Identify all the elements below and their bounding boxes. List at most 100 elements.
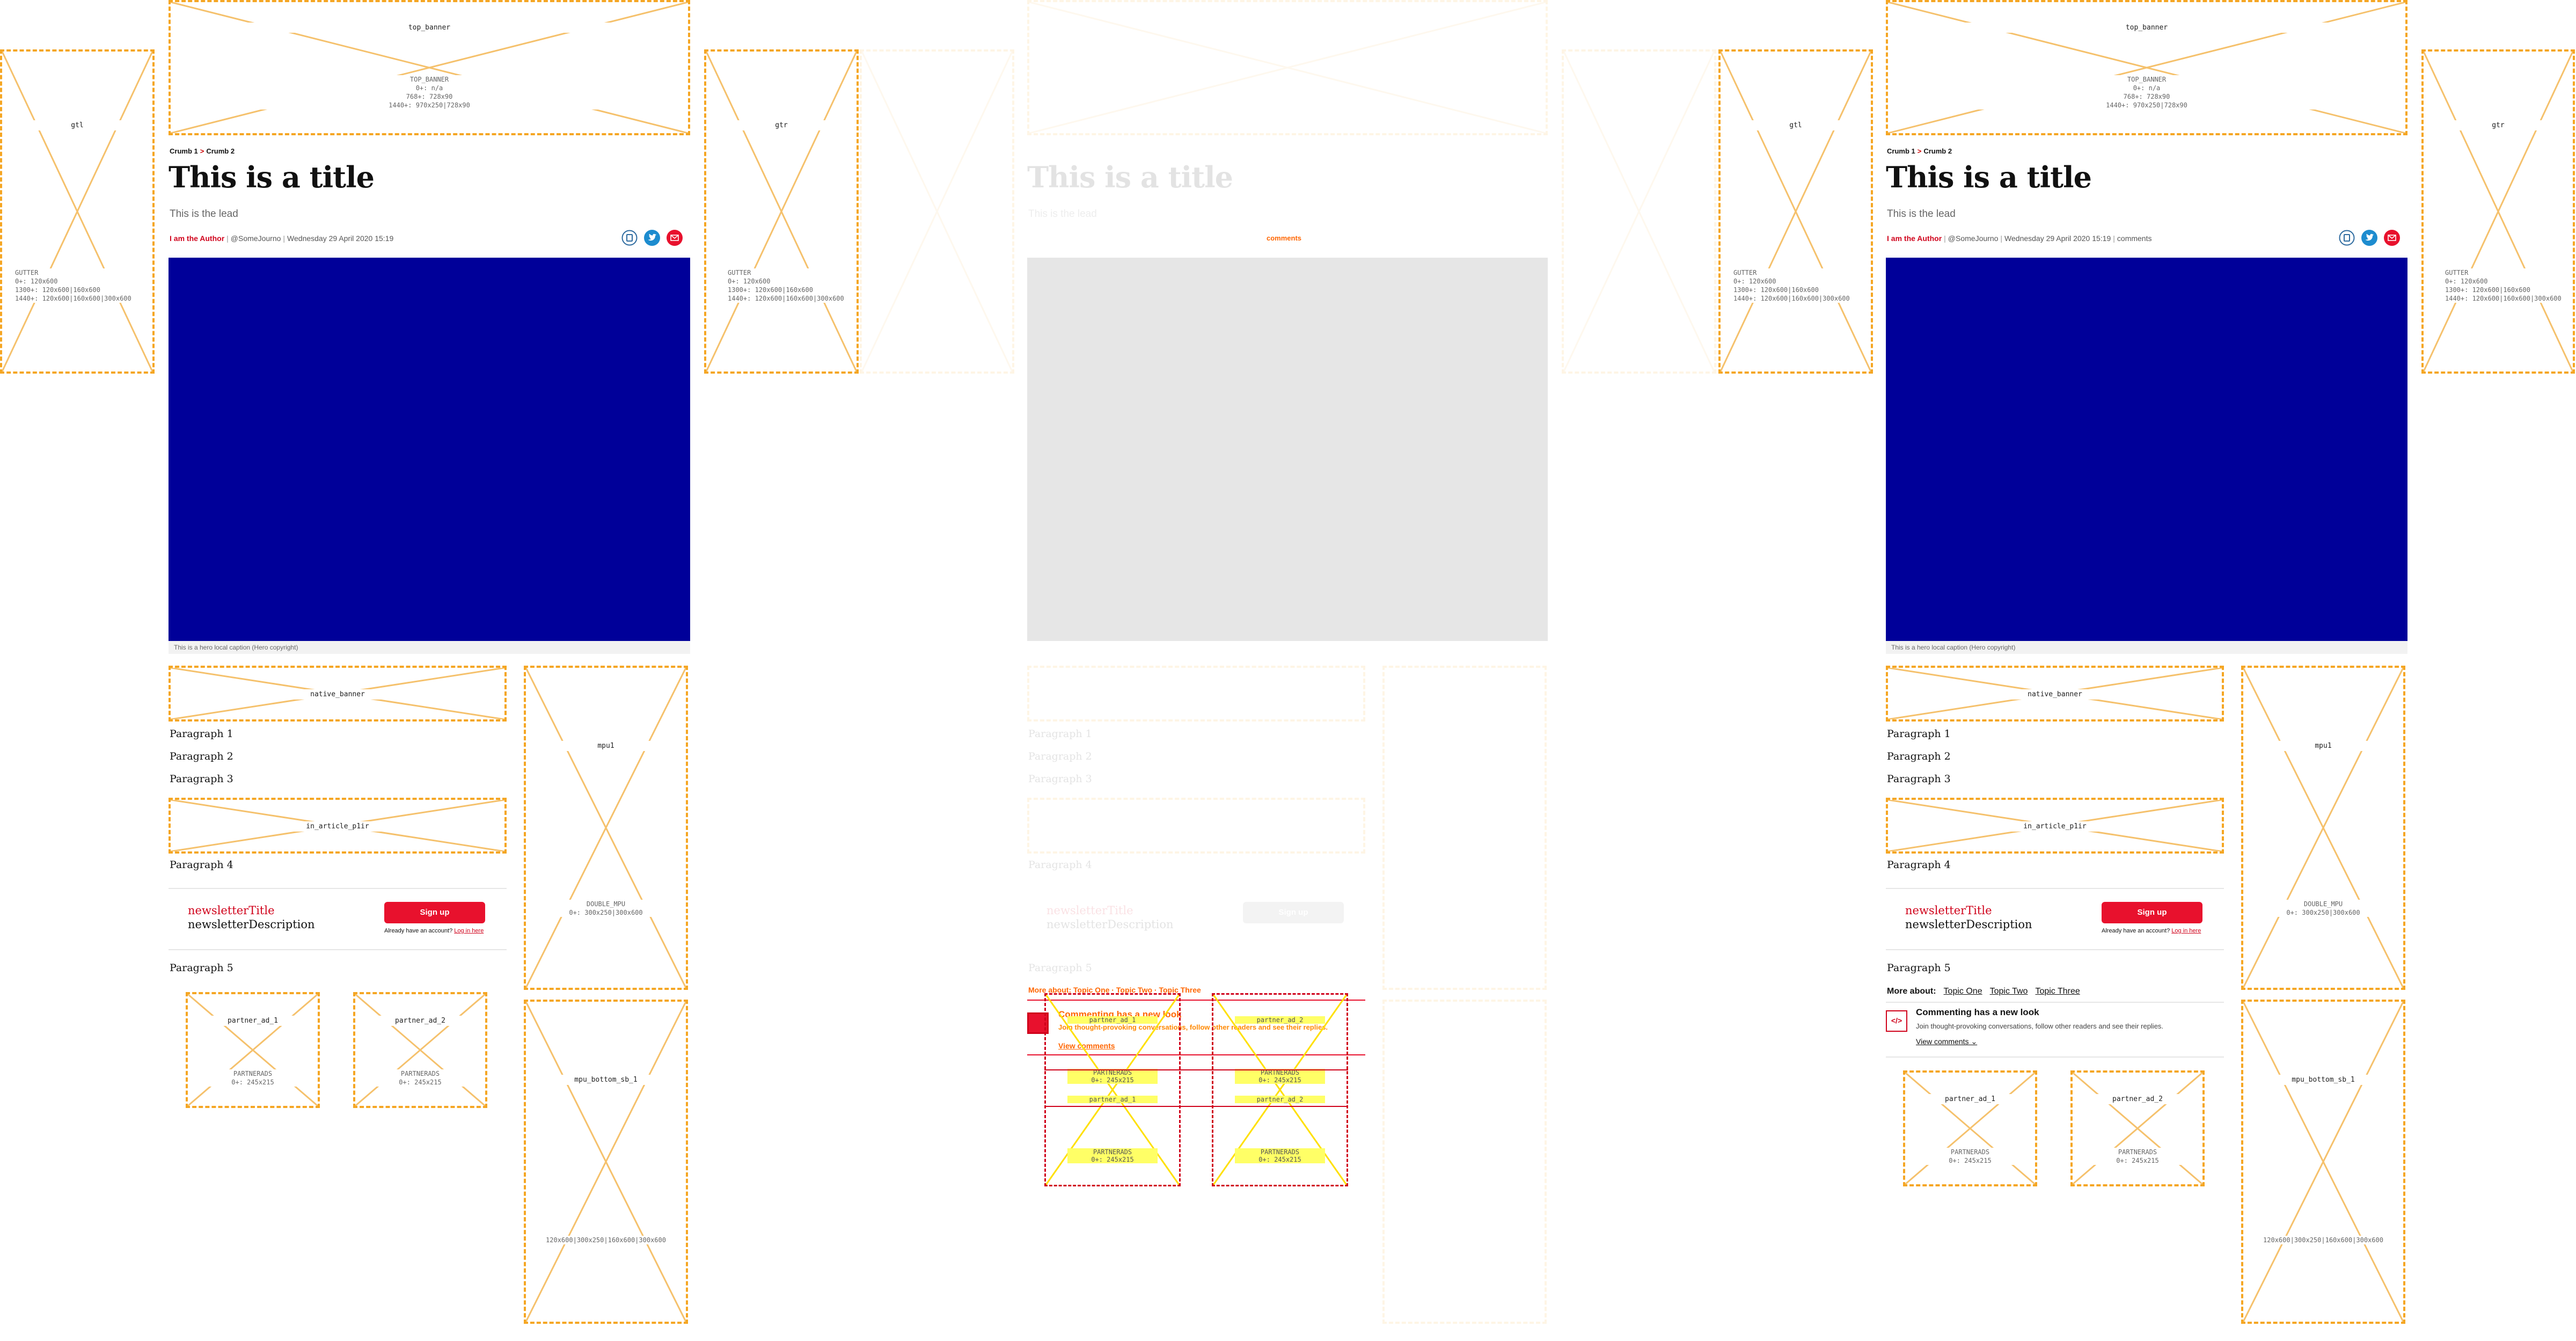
- gutter-left-ad: gtl GUTTER 0+: 120x600 1300+: 120x600|16…: [0, 49, 155, 374]
- mpu-ad: mpu1 DOUBLE_MPU 0+: 300x250|300x600: [524, 666, 688, 990]
- ad-meta: PARTNERADS 0+: 245x215: [188, 1069, 318, 1087]
- comments-count-link[interactable]: comments: [1267, 234, 1301, 242]
- breadcrumb-crumb-2[interactable]: Crumb 2: [206, 147, 235, 155]
- paragraph-faded: Paragraph 3: [1028, 773, 1092, 785]
- email-icon: [2384, 230, 2400, 246]
- ad-meta: DOUBLE_MPU 0+: 300x250|300x600: [526, 900, 686, 917]
- gutter-right-ad-faded: [1562, 49, 1716, 374]
- author-link[interactable]: I am the Author: [1887, 234, 1942, 243]
- breadcrumb-separator: >: [200, 147, 204, 155]
- top-banner-ad: top_banner TOP_BANNER 0+: n/a 768+: 728x…: [1886, 0, 2407, 135]
- share-bar: [2339, 230, 2400, 246]
- newsletter-title: newsletterTitle: [188, 904, 275, 917]
- breadcrumb: Crumb 1 > Crumb 2: [1887, 147, 1952, 155]
- paragraph: Paragraph 5: [170, 962, 233, 974]
- comments-count-link[interactable]: comments: [2117, 234, 2152, 243]
- article-lead: This is the lead: [1887, 208, 1956, 220]
- breadcrumb-crumb-1[interactable]: Crumb 1: [170, 147, 198, 155]
- debug-line: [1044, 1069, 1348, 1070]
- share-button-email[interactable]: [667, 230, 683, 246]
- ad-meta: GUTTER 0+: 120x600 1300+: 120x600|160x60…: [15, 268, 131, 303]
- debug-line: [1044, 1106, 1348, 1107]
- paragraph-faded: Paragraph 5: [1028, 962, 1092, 974]
- ad-label: mpu_bottom_sb_1: [2243, 1075, 2403, 1085]
- share-button-twitter[interactable]: [644, 230, 660, 246]
- partner-ad-1-debug: partner_ad_1 PARTNERADS 0+: 245x215 part…: [1044, 993, 1181, 1186]
- newsletter-signup-button[interactable]: Sign up: [2102, 902, 2202, 923]
- newsletter-description: newsletterDescription: [1905, 918, 2032, 931]
- ad-placeholder-cross-icon: [1905, 1073, 2035, 1184]
- ad-placeholder-cross-icon: [2424, 52, 2573, 371]
- ad-label: native_banner: [171, 689, 504, 699]
- author-handle[interactable]: @SomeJourno: [1948, 234, 1999, 243]
- ad-placeholder-cross-icon: [1721, 52, 1871, 371]
- topic-link-one[interactable]: Topic One: [1944, 987, 1982, 996]
- ad-meta: GUTTER 0+: 120x600 1300+: 120x600|160x60…: [728, 268, 844, 303]
- mpu-ad-faded: [1382, 666, 1547, 990]
- comments-promo: </> Commenting has a new look Join thoug…: [1886, 1007, 2224, 1055]
- login-link[interactable]: Log in here: [2171, 928, 2201, 934]
- partner-ad-2-debug: partner_ad_2 PARTNERADS 0+: 245x215 part…: [1212, 993, 1348, 1186]
- author-handle[interactable]: @SomeJourno: [231, 234, 281, 243]
- breadcrumb: Crumb 1 > Crumb 2: [170, 147, 235, 155]
- paragraph: Paragraph 4: [1887, 859, 1951, 871]
- mpu-bottom-ad: mpu_bottom_sb_1 120x600|300x250|160x600|…: [524, 1000, 688, 1324]
- email-icon: [667, 230, 683, 246]
- in-article-ad-faded: [1027, 798, 1365, 854]
- publish-date: Wednesday 29 April 2020 15:19: [287, 234, 394, 243]
- share-bar: [621, 230, 683, 246]
- login-link[interactable]: Log in here: [454, 928, 484, 934]
- paragraph: Paragraph 2: [1887, 750, 1951, 762]
- newsletter-signup-button[interactable]: Sign up: [384, 902, 485, 923]
- author-link[interactable]: I am the Author: [170, 234, 224, 243]
- paragraph-faded: Paragraph 4: [1028, 859, 1092, 871]
- ad-placeholder-cross-icon: [862, 52, 1012, 371]
- share-button-twitter[interactable]: [2361, 230, 2377, 246]
- ad-placeholder-cross-icon: [1564, 52, 1714, 371]
- divider: [169, 888, 507, 889]
- topic-link-three[interactable]: Topic Three: [2035, 987, 2080, 996]
- article-lead: This is the lead: [170, 208, 238, 220]
- share-button-flipboard[interactable]: [2339, 230, 2355, 246]
- ad-meta: TOP_BANNER 0+: n/a 768+: 728x90 1440+: 9…: [171, 75, 688, 110]
- share-button-email[interactable]: [2384, 230, 2400, 246]
- breadcrumb-crumb-2[interactable]: Crumb 2: [1923, 147, 1952, 155]
- ad-meta: 120x600|300x250|160x600|300x600: [2243, 1236, 2403, 1244]
- mpu-bottom-ad: mpu_bottom_sb_1 120x600|300x250|160x600|…: [2241, 1000, 2405, 1324]
- ad-label: top_banner: [171, 23, 688, 33]
- ad-label: mpu1: [526, 741, 686, 751]
- ad-label: partner_ad_1: [1905, 1094, 2035, 1104]
- partner-ad-1: partner_ad_1 PARTNERADS 0+: 245x215: [186, 992, 320, 1108]
- in-article-ad: in_article_p1ir: [1886, 798, 2224, 854]
- native-banner-ad: native_banner: [169, 666, 507, 721]
- ad-label: partner_ad_1: [1067, 1016, 1158, 1024]
- share-button-flipboard[interactable]: [621, 230, 638, 246]
- topic-link-two[interactable]: Topic Two: [1990, 987, 2028, 996]
- ad-placeholder-cross-icon: [1888, 2, 2405, 133]
- ad-meta: 120x600|300x250|160x600|300x600: [526, 1236, 686, 1244]
- paragraph: Paragraph 1: [170, 728, 233, 740]
- ad-label: mpu1: [2243, 741, 2403, 751]
- ad-meta: PARTNERADS 0+: 245x215: [355, 1069, 485, 1087]
- twitter-icon: [2361, 230, 2377, 246]
- ad-label: partner_ad_2: [1235, 1096, 1325, 1103]
- hero-caption: This is a hero local caption (Hero copyr…: [1886, 641, 2407, 654]
- partner-ad-2: partner_ad_2 PARTNERADS 0+: 245x215: [2070, 1070, 2205, 1186]
- ad-meta: PARTNERADS 0+: 245x215: [1905, 1148, 2035, 1165]
- comments-promo-subtitle: Join thought-provoking conversations, fo…: [1916, 1022, 2164, 1030]
- ad-meta: PARTNERADS 0+: 245x215: [1067, 1148, 1158, 1163]
- ad-label: partner_ad_2: [1235, 1016, 1325, 1024]
- hero-image: [169, 258, 690, 641]
- ad-placeholder-cross-icon: [706, 52, 857, 371]
- divider: [1886, 1002, 2224, 1003]
- newsletter-login: Already have an account? Log in here: [2102, 928, 2201, 934]
- paragraph: Paragraph 3: [170, 773, 233, 785]
- paragraph-faded: Paragraph 1: [1028, 728, 1092, 740]
- ad-meta: DOUBLE_MPU 0+: 300x250|300x600: [2243, 900, 2403, 917]
- gutter-left-ad: gtl GUTTER 0+: 120x600 1300+: 120x600|16…: [1718, 49, 1873, 374]
- gutter-right-ad: gtr GUTTER 0+: 120x600 1300+: 120x600|16…: [2421, 49, 2575, 374]
- page-title: This is a title: [1886, 160, 2092, 194]
- view-comments-link[interactable]: View comments ⌄: [1916, 1037, 1977, 1046]
- ad-placeholder-cross-icon: [526, 668, 686, 988]
- breadcrumb-crumb-1[interactable]: Crumb 1: [1887, 147, 1915, 155]
